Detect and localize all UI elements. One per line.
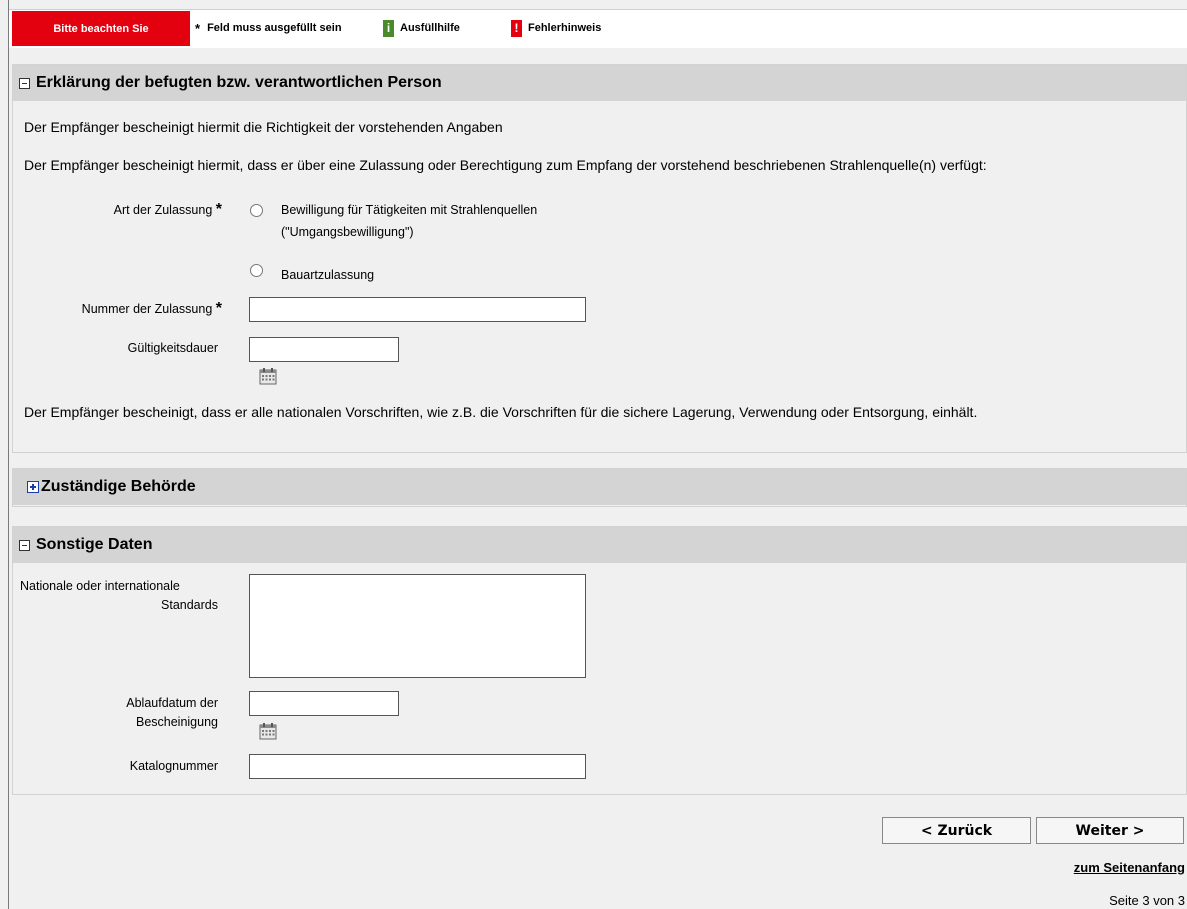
notice-badge: Bitte beachten Sie <box>12 11 190 46</box>
declaration-text-1: Der Empfänger bescheinigt hiermit die Ri… <box>24 119 503 135</box>
authority-panel: Zuständige Behörde <box>12 468 1187 507</box>
page-indicator: Seite 3 von 3 <box>1109 893 1185 908</box>
standards-textarea[interactable] <box>249 574 586 678</box>
nummer-der-zulassung-input[interactable] <box>249 297 586 322</box>
help-legend: i Ausfüllhilfe <box>383 10 460 46</box>
error-icon: ! <box>511 19 522 37</box>
ablaufdatum-label-line1: Ablaufdatum der <box>126 696 218 710</box>
option-umgangsbewilligung-label: Bewilligung für Tätigkeiten mit Strahlen… <box>281 199 537 243</box>
other-data-panel-title: Sonstige Daten <box>36 536 153 553</box>
next-button[interactable]: Weiter > <box>1036 817 1184 844</box>
error-legend-text: Fehlerhinweis <box>528 22 602 34</box>
ablaufdatum-label-line2: Bescheinigung <box>135 715 218 729</box>
option-umgangsbewilligung-line2: ("Umgangsbewilligung") <box>281 225 414 239</box>
radio-umgangsbewilligung[interactable] <box>250 204 263 217</box>
calendar-icon[interactable] <box>259 722 277 740</box>
katalognummer-input[interactable] <box>249 754 586 779</box>
gueltigkeitsdauer-input[interactable] <box>249 337 399 362</box>
required-legend: * Feld muss ausgefüllt sein <box>195 10 342 46</box>
expand-icon[interactable] <box>27 481 39 493</box>
radio-bauartzulassung[interactable] <box>250 264 263 277</box>
option-umgangsbewilligung-line1: Bewilligung für Tätigkeiten mit Strahlen… <box>281 203 538 217</box>
help-legend-text: Ausfüllhilfe <box>400 22 460 34</box>
back-button[interactable]: < Zurück <box>882 817 1031 844</box>
declaration-panel-title: Erklärung der befugten bzw. verantwortli… <box>36 74 442 91</box>
collapse-icon[interactable] <box>19 77 30 89</box>
collapse-icon[interactable] <box>19 539 30 551</box>
standards-label-line2: Standards <box>161 598 218 612</box>
other-data-panel: Sonstige Daten <box>12 526 1187 795</box>
declaration-text-2: Der Empfänger bescheinigt hiermit, dass … <box>24 157 987 173</box>
art-der-zulassung-label: Art der Zulassung * <box>40 200 222 220</box>
authority-panel-title: Zuständige Behörde <box>41 478 196 495</box>
katalognummer-label: Katalognummer <box>129 759 218 773</box>
required-symbol: * <box>195 20 201 36</box>
nummer-der-zulassung-label-text: Nummer der Zulassung <box>81 302 213 316</box>
calendar-icon[interactable] <box>259 367 277 385</box>
info-icon: i <box>383 19 394 37</box>
ablaufdatum-label: Ablaufdatum der Bescheinigung <box>20 694 218 732</box>
back-to-top-link[interactable]: zum Seitenanfang <box>1074 860 1185 875</box>
required-marker: * <box>215 201 222 218</box>
page-frame-border <box>8 0 9 909</box>
gueltigkeitsdauer-label: Gültigkeitsdauer <box>127 341 218 355</box>
standards-label-line1: Nationale oder internationale <box>20 579 180 593</box>
standards-label: Nationale oder internationale Standards <box>20 577 218 615</box>
required-marker: * <box>215 300 222 317</box>
declaration-panel-header[interactable]: Erklärung der befugten bzw. verantwortli… <box>13 65 1186 101</box>
authority-panel-header[interactable]: Zuständige Behörde <box>13 469 1186 505</box>
other-data-panel-header[interactable]: Sonstige Daten <box>13 527 1186 563</box>
nummer-der-zulassung-label: Nummer der Zulassung * <box>40 299 222 319</box>
ablaufdatum-input[interactable] <box>249 691 399 716</box>
required-legend-text: Feld muss ausgefüllt sein <box>207 22 342 34</box>
option-bauartzulassung-label: Bauartzulassung <box>281 268 375 282</box>
art-der-zulassung-label-text: Art der Zulassung <box>113 203 213 217</box>
legend-bar: Bitte beachten Sie * Feld muss ausgefüll… <box>9 9 1187 48</box>
declaration-closing-text: Der Empfänger bescheinigt, dass er alle … <box>24 404 978 420</box>
error-legend: ! Fehlerhinweis <box>511 10 601 46</box>
